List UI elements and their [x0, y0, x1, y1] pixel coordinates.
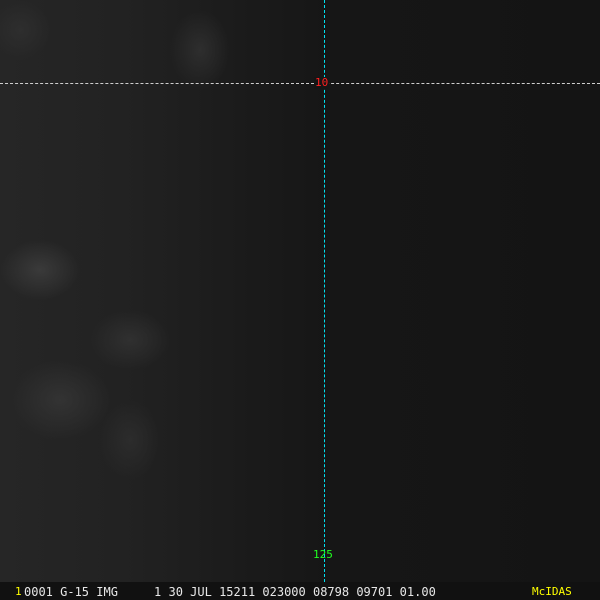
frame-number: 1	[15, 585, 22, 598]
image-info: 0001 G-15 IMG 1 30 JUL 15211 023000 0879…	[24, 585, 436, 599]
latitude-label: 10	[314, 76, 330, 89]
latitude-gridline	[0, 83, 600, 84]
mcidas-display: 10 125 1 0001 G-15 IMG 1 30 JUL 15211 02…	[0, 0, 600, 600]
satellite-image[interactable]	[0, 0, 600, 582]
mcidas-brand: McIDAS	[532, 585, 572, 598]
longitude-label: 125	[313, 548, 333, 561]
status-bar: 1 0001 G-15 IMG 1 30 JUL 15211 023000 08…	[0, 582, 600, 600]
